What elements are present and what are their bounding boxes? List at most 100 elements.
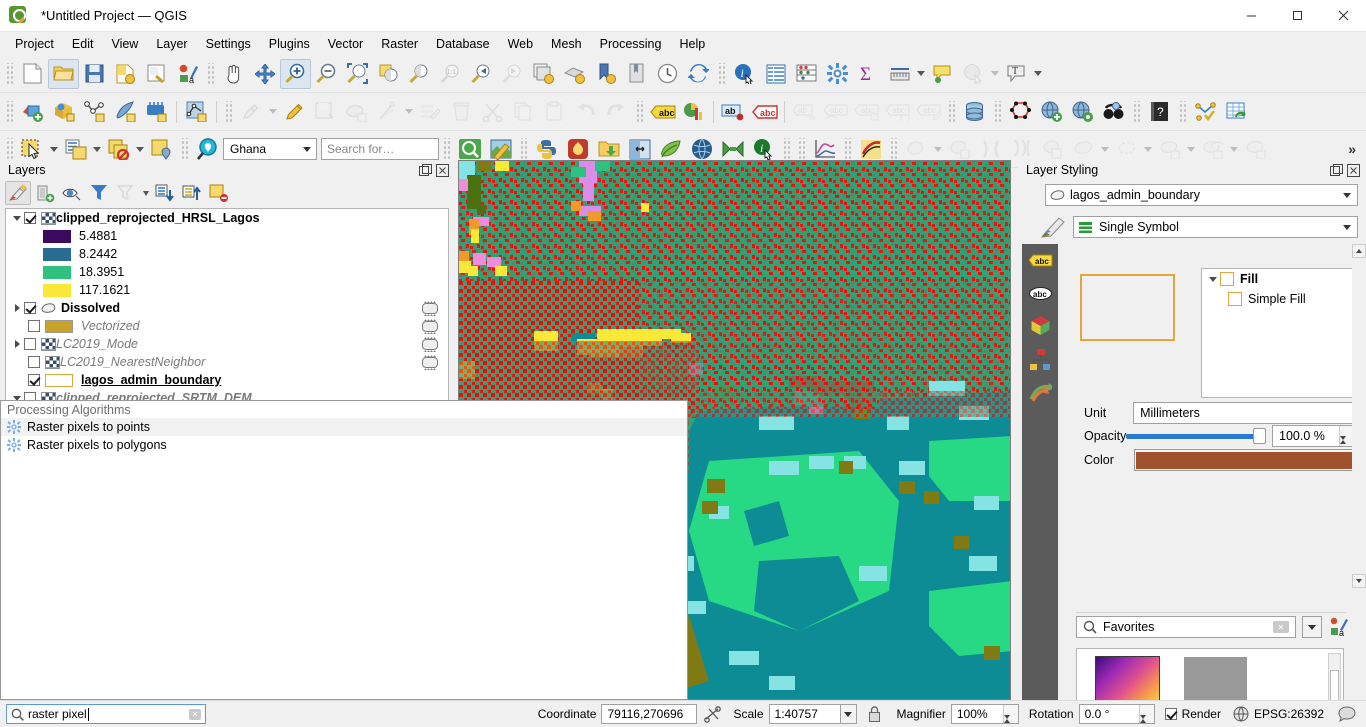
copy-features-button[interactable] [508,97,539,127]
layer-row-hrsl[interactable]: clipped_reprojected_HRSL_Lagos [6,209,448,227]
filter-legend-dropdown-icon[interactable] [140,181,151,205]
toolbar-grip[interactable] [782,138,791,160]
menu-settings[interactable]: Settings [197,35,260,53]
zoom-next-button[interactable] [497,59,528,89]
toolbar-grip[interactable] [1178,100,1187,123]
menu-processing[interactable]: Processing [591,35,671,53]
close-panel-icon[interactable] [1347,163,1360,177]
coordinate-field[interactable]: 79116,270696 [601,704,698,724]
menu-project[interactable]: Project [6,35,63,53]
opacity-spinbox[interactable]: 100.0 % [1272,425,1355,447]
paste-features-button[interactable] [539,97,570,127]
toolbar-grip[interactable] [993,100,1002,123]
add-group-button[interactable] [32,181,58,205]
toolbar-grip[interactable] [224,100,233,123]
opacity-slider[interactable] [1126,427,1266,445]
render-checkbox[interactable] [1164,708,1177,720]
maximize-button[interactable] [1274,0,1320,32]
zoom-in-button[interactable] [280,58,311,89]
statistical-summary-button[interactable]: Σ [853,59,884,89]
check-geometries-button[interactable] [1190,97,1221,127]
remove-layer-button[interactable] [206,181,232,205]
toolbar-grip[interactable] [889,138,898,160]
toolbar-grip[interactable] [947,100,956,123]
measure-line-button[interactable] [884,59,915,89]
scroll-up-icon[interactable] [1352,244,1366,258]
expander-right-icon[interactable] [10,299,24,317]
toolbar-search-input[interactable]: Search for… [321,138,439,160]
toolbar-grip[interactable] [5,100,14,123]
menu-help[interactable]: Help [670,35,714,53]
undock-icon[interactable] [419,163,432,177]
modify-attributes-button[interactable] [415,97,446,127]
style-manager-icon[interactable]: a [1328,616,1350,638]
spatial-bookmarks-dropdown-icon[interactable] [989,59,1001,89]
styling-panel-scrollbar[interactable] [1352,244,1366,700]
toolbar-grip[interactable] [635,100,644,123]
toolbar-grip[interactable] [717,62,726,85]
clear-search-icon[interactable]: ✕ [1273,621,1289,633]
menu-database[interactable]: Database [427,35,499,53]
pan-map-button[interactable] [218,59,249,89]
zoom-last-button[interactable] [466,59,497,89]
magnifier-spin-arrows[interactable] [1002,705,1018,723]
style-manager-button[interactable]: a [172,59,203,89]
label-toolbar-abc-yellow-icon[interactable]: abc [647,97,678,127]
place-combo[interactable]: Ghana [223,138,317,160]
menu-vector[interactable]: Vector [319,35,372,53]
identify-features-button[interactable]: i [729,59,760,89]
show-bookmarks-button[interactable] [621,59,652,89]
close-button[interactable] [1320,0,1366,32]
symbol-row-simple-fill[interactable]: Simple Fill [1202,289,1360,309]
close-panel-icon[interactable] [436,163,449,177]
symbol-layer-tree[interactable]: Fill Simple Fill [1201,268,1361,398]
database-manager-button[interactable] [959,97,990,127]
save-layer-edits-button[interactable] [310,97,341,127]
add-vector-layer-button[interactable] [17,97,48,127]
new-shapefile-layer-button[interactable] [181,97,212,127]
layer-row-lc2019-mode[interactable]: LC2019_Mode [6,335,448,353]
toggle-extents-icon[interactable] [701,704,723,724]
metasearch-button[interactable] [1098,97,1129,127]
temporal-controller-button[interactable] [652,59,683,89]
minimize-button[interactable] [1228,0,1274,32]
layer-visibility-checkbox[interactable] [28,374,40,386]
toolbar-grip[interactable] [797,138,806,160]
open-attribute-table-button[interactable] [760,59,791,89]
toolbar-grip[interactable] [843,138,852,160]
menu-edit[interactable]: Edit [63,35,103,53]
scroll-down-icon[interactable] [1352,574,1366,588]
layer-visibility-checkbox[interactable] [24,212,36,224]
refresh-attributes-button[interactable] [1221,97,1252,127]
menu-raster[interactable]: Raster [372,35,427,53]
rotation-spin-arrows[interactable] [1138,705,1154,723]
crs-label[interactable]: EPSG:26392 [1254,707,1324,721]
toolbar-overflow-button[interactable]: » [1342,141,1362,157]
field-calculator-button[interactable] [791,59,822,89]
delete-selected-button[interactable] [446,97,477,127]
filter-legend-expression-button[interactable]: e [113,181,139,205]
save-project-button[interactable] [79,59,110,89]
expander-down-icon[interactable] [1206,270,1220,288]
layer-row-dissolved[interactable]: Dissolved [6,299,448,317]
redo-button[interactable] [601,97,632,127]
vertex-tool-button[interactable] [372,97,403,127]
labels-icon[interactable]: abc [1022,244,1058,277]
renderer-combo[interactable]: Single Symbol [1073,216,1358,238]
menu-layer[interactable]: Layer [147,35,196,53]
add-spatialite-layer-button[interactable] [110,97,141,127]
processing-algorithms-popup[interactable]: Processing Algorithms Raster pixels to p… [0,400,688,700]
new-text-annotation-button[interactable]: T [1001,59,1032,89]
toolbar-grip[interactable] [519,138,528,160]
menu-plugins[interactable]: Plugins [260,35,319,53]
layer-visibility-checkbox[interactable] [28,320,40,332]
processing-result-raster-pixels-to-points[interactable]: Raster pixels to points [1,418,687,436]
open-layer-styling-panel-button[interactable] [5,181,31,205]
layer-visibility-checkbox[interactable] [28,356,40,368]
expand-all-button[interactable] [152,181,178,205]
3d-view-icon[interactable] [1022,310,1058,343]
map-tips-button[interactable] [927,59,958,89]
collapse-all-button[interactable] [179,181,205,205]
show-hide-labels-button[interactable]: abc [820,97,851,127]
scale-dropdown-icon[interactable] [839,704,857,724]
